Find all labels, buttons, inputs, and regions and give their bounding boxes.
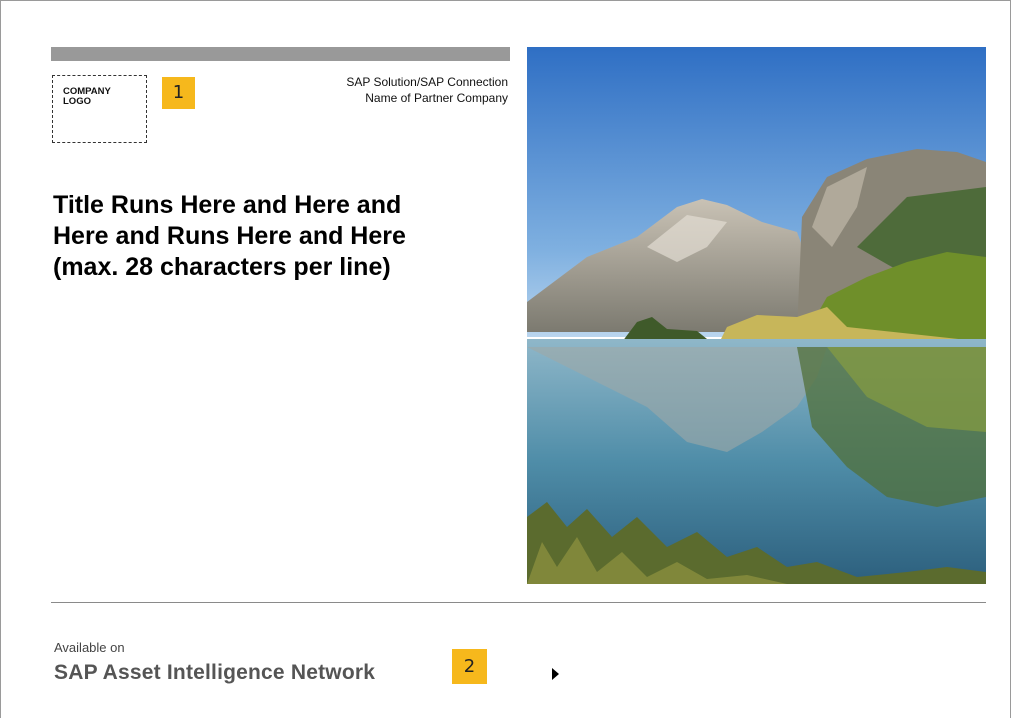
header-bar: [51, 47, 510, 61]
network-name: SAP Asset Intelligence Network: [54, 661, 376, 684]
play-arrow-icon[interactable]: [552, 668, 559, 680]
title-line: (max. 28 characters per line): [53, 253, 391, 281]
callout-badge-1: 1: [162, 77, 195, 109]
partner-company-name: Name of Partner Company: [365, 91, 508, 105]
page-title: Title Runs Here and Here and Here and Ru…: [53, 190, 513, 283]
logo-text-line: LOGO: [63, 96, 91, 107]
title-line: Title Runs Here and Here and: [53, 191, 402, 219]
available-on-label: Available on: [54, 640, 125, 655]
brochure-page: COMPANY LOGO 1 SAP Solution/SAP Connecti…: [0, 0, 1011, 718]
sap-solution-label: SAP Solution/SAP Connection: [346, 75, 508, 89]
title-line: Here and Runs Here and Here: [53, 222, 406, 250]
hero-landscape-image: [527, 47, 986, 584]
company-logo-placeholder: COMPANY LOGO: [52, 75, 147, 143]
footer-divider: [51, 602, 986, 603]
callout-badge-2: 2: [452, 649, 487, 684]
partner-info: SAP Solution/SAP Connection Name of Part…: [346, 74, 508, 106]
